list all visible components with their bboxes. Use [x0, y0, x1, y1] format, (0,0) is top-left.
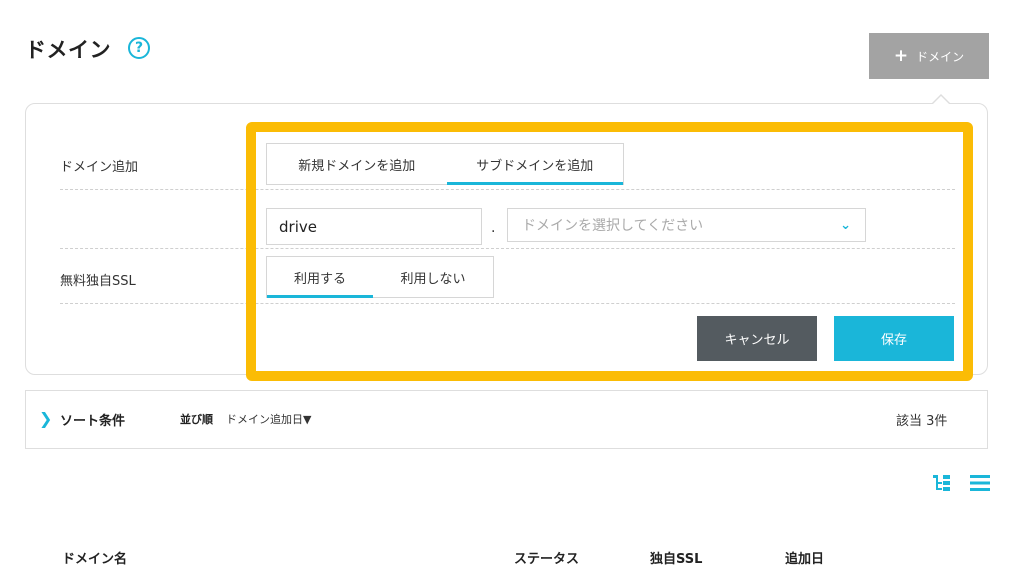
- column-header-status[interactable]: ステータス: [514, 548, 579, 567]
- domain-select[interactable]: ドメインを選択してください ⌄: [507, 208, 866, 242]
- cancel-button[interactable]: キャンセル: [697, 316, 817, 361]
- row-divider: [60, 248, 955, 249]
- help-circle-icon[interactable]: ?: [128, 37, 150, 59]
- plus-icon: +: [893, 45, 909, 66]
- column-header-domain-name[interactable]: ドメイン名: [62, 548, 127, 567]
- tab-ssl-use[interactable]: 利用する: [267, 257, 373, 298]
- sort-bar: ❯ ソート条件 並び順 ドメイン追加日▼ 該当 3件: [25, 390, 988, 449]
- row-divider: [60, 189, 955, 190]
- row-divider: [60, 303, 955, 304]
- sort-order-label: 並び順: [180, 413, 213, 426]
- tab-new-domain[interactable]: 新規ドメインを追加: [267, 144, 447, 184]
- chevron-right-icon[interactable]: ❯: [39, 409, 52, 428]
- result-count: 該当 3件: [896, 414, 948, 429]
- sort-title[interactable]: ソート条件: [60, 410, 125, 429]
- tree-view-icon[interactable]: [933, 474, 951, 492]
- column-header-added-date[interactable]: 追加日: [785, 548, 824, 567]
- save-button[interactable]: 保存: [834, 316, 954, 361]
- tab-ssl-not-use[interactable]: 利用しない: [373, 257, 493, 297]
- domain-select-placeholder: ドメインを選択してください: [522, 218, 704, 234]
- add-domain-button-label: ドメイン: [916, 49, 965, 64]
- add-domain-button[interactable]: + ドメイン: [869, 33, 989, 79]
- ssl-tabs: 利用する 利用しない: [266, 256, 494, 298]
- domain-type-tabs: 新規ドメインを追加 サブドメインを追加: [266, 143, 624, 185]
- ssl-label: 無料独自SSL: [60, 274, 136, 289]
- page-title: ドメイン: [25, 38, 111, 62]
- column-header-ssl[interactable]: 独自SSL: [650, 548, 702, 567]
- chevron-down-icon: ⌄: [840, 217, 851, 233]
- panel-caret-fill: [933, 96, 949, 104]
- list-view-icon[interactable]: [970, 474, 990, 492]
- sort-order-dropdown[interactable]: ドメイン追加日▼: [226, 411, 311, 427]
- domain-separator: .: [491, 220, 496, 236]
- domain-add-label: ドメイン追加: [60, 160, 139, 175]
- tab-subdomain[interactable]: サブドメインを追加: [446, 144, 624, 185]
- subdomain-input[interactable]: drive: [266, 208, 482, 245]
